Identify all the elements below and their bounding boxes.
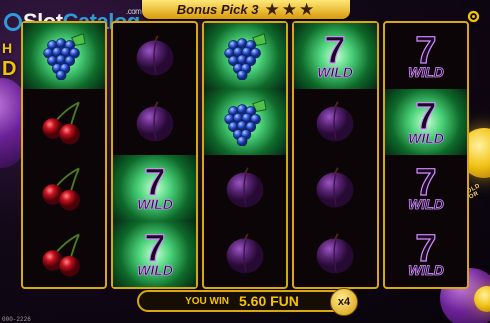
game-screen: H D HOLD FOR Slot Catalog .com Bonus Pic… [0, 0, 490, 323]
cherry-icon [42, 101, 81, 145]
star-icon: ★ [264, 0, 280, 19]
wild-seven-icon: 7WILD [408, 163, 445, 212]
star-icon: ★ [298, 0, 315, 19]
wild-seven-icon: 7WILD [408, 97, 445, 146]
reel-2: 7 WILD 7 WILD [111, 21, 198, 289]
reel-cell: 7 WILD [294, 23, 377, 89]
wild-seven-icon: 7WILD [136, 163, 173, 212]
grape-icon [224, 99, 267, 146]
reel-cell: 7 WILD [113, 155, 196, 221]
plum-icon [226, 167, 264, 208]
plum-icon [136, 35, 174, 76]
left-edge-letter-1: H [2, 40, 13, 56]
reel-1 [21, 21, 108, 289]
wild-seven-icon: 7WILD [317, 31, 354, 80]
reel-cell: 7 WILD [385, 221, 467, 287]
plum-icon [226, 233, 264, 274]
wild-seven-icon: 7WILD [136, 229, 173, 278]
plum-icon [317, 167, 354, 208]
left-edge-letter-2: D [2, 58, 17, 80]
plum-icon [136, 101, 174, 142]
reel-cell: 7 WILD [384, 89, 468, 155]
reel-cell [203, 89, 287, 155]
win-display: YOU WIN 5.60 FUN [137, 290, 347, 312]
multiplier-badge: x4 [330, 288, 358, 316]
reel-cell [23, 89, 105, 155]
reel-4: 7 WILD [292, 21, 379, 289]
reel-cell: 7 WILD [385, 23, 467, 89]
wild-label: WILD [408, 130, 444, 146]
grape-icon [43, 33, 86, 80]
wild-label: WILD [408, 262, 444, 278]
reel-cell [23, 23, 106, 89]
wild-label: WILD [408, 196, 444, 212]
reel-cell [203, 23, 287, 89]
win-amount: 5.60 FUN [238, 293, 299, 309]
reel-cell [294, 155, 376, 221]
bonus-title: Bonus Pick 3 [176, 2, 259, 17]
reel-3 [201, 21, 289, 289]
reel-cell [294, 89, 376, 155]
win-label: YOU WIN [185, 295, 229, 307]
wild-label: WILD [137, 262, 173, 278]
footer-id: 000-2226 [2, 316, 31, 323]
reel-cell [294, 221, 376, 287]
reel-cell [204, 155, 286, 221]
reel-cell [113, 23, 195, 89]
cherry-icon [42, 233, 81, 277]
reel-cell: 7 WILD [113, 221, 196, 287]
logo-text-com: .com [126, 7, 142, 16]
reel-cell [23, 221, 105, 287]
plum-icon [317, 233, 354, 274]
reel-grid: 7 WILD 7 WILD 7 WILD 7 WILD 7 WILD 7 WILD 7 WILD [21, 21, 470, 289]
reel-cell: 7 WILD [385, 155, 467, 221]
grape-icon [224, 33, 267, 80]
wild-seven-icon: 7WILD [408, 229, 445, 278]
logo-circle-icon [4, 13, 22, 31]
reel-5: 7 WILD 7 WILD 7 WILD 7 WILD [382, 21, 470, 289]
reel-cell [23, 155, 105, 221]
reel-cell [113, 89, 195, 155]
wild-label: WILD [137, 196, 173, 212]
bonus-header: Bonus Pick 3 ★ ★ ★ [142, 0, 350, 19]
plum-icon [317, 101, 354, 142]
wild-label: WILD [408, 64, 444, 80]
star-icon: ★ [281, 0, 297, 19]
cherry-icon [42, 167, 81, 211]
wild-seven-icon: 7WILD [408, 31, 445, 80]
wild-label: WILD [318, 64, 354, 80]
reel-cell [204, 221, 286, 287]
